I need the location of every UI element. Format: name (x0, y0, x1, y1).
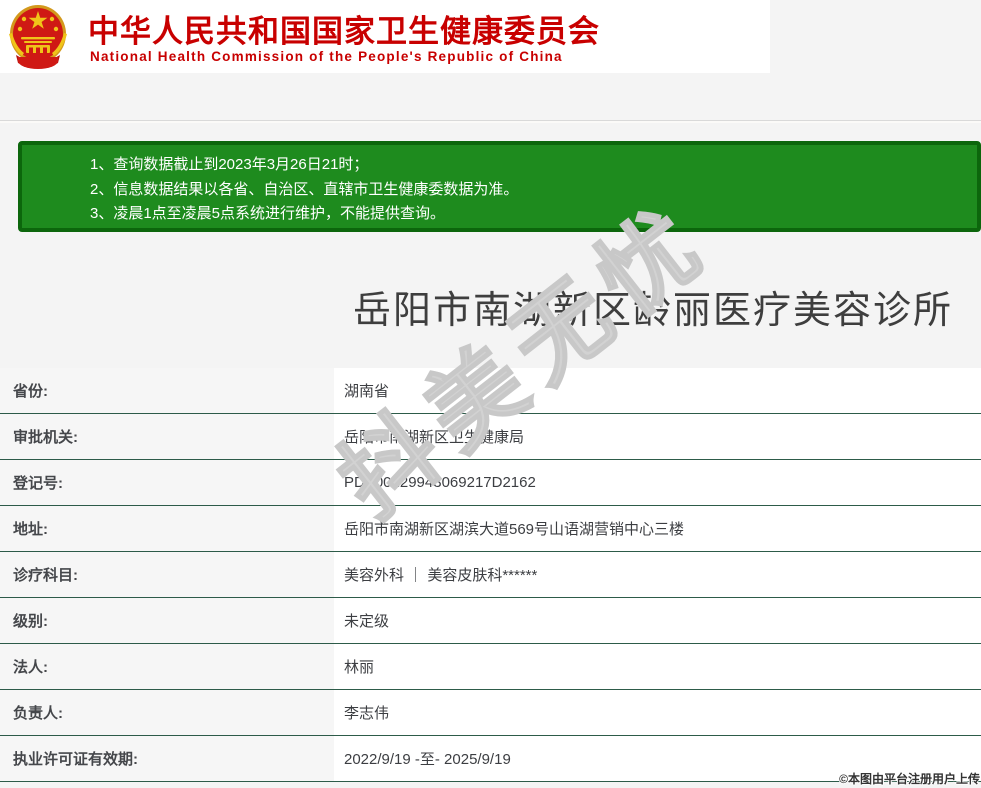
field-label: 省份: (0, 368, 334, 413)
field-value: 岳阳市南湖新区湖滨大道569号山语湖营销中心三楼 (334, 506, 981, 551)
field-label: 执业许可证有效期: (0, 736, 334, 781)
field-label: 地址: (0, 506, 334, 551)
notice-line-1: 1、查询数据截止到2023年3月26日21时； (90, 153, 967, 178)
query-notice-box: 1、查询数据截止到2023年3月26日21时； 2、信息数据结果以各省、自治区、… (18, 141, 981, 232)
site-title-english: National Health Commission of the People… (90, 49, 563, 64)
table-row: 审批机关: 岳阳市南湖新区卫生健康局 (0, 414, 981, 460)
table-row: 登记号: PDY00229943069217D2162 (0, 460, 981, 506)
field-value: 湖南省 (334, 368, 981, 413)
field-value: 未定级 (334, 598, 981, 643)
field-label: 诊疗科目: (0, 552, 334, 597)
national-emblem-icon (8, 3, 68, 70)
field-label: 登记号: (0, 460, 334, 505)
field-label: 法人: (0, 644, 334, 689)
notice-line-3: 3、凌晨1点至凌晨5点系统进行维护，不能提供查询。 (90, 202, 967, 227)
field-label: 级别: (0, 598, 334, 643)
field-label: 审批机关: (0, 414, 334, 459)
clinic-info-table: 省份: 湖南省 审批机关: 岳阳市南湖新区卫生健康局 登记号: PDY00229… (0, 368, 981, 782)
image-source-note: ©本图由平台注册用户上传 (839, 770, 980, 787)
table-row: 执业许可证有效期: 2022/9/19 -至- 2025/9/19 (0, 736, 981, 782)
table-row: 诊疗科目: 美容外科 ｜ 美容皮肤科****** (0, 552, 981, 598)
table-row: 级别: 未定级 (0, 598, 981, 644)
table-row: 省份: 湖南省 (0, 368, 981, 414)
field-value: 李志伟 (334, 690, 981, 735)
header-divider-highlight (0, 121, 981, 123)
notice-line-2: 2、信息数据结果以各省、自治区、直辖市卫生健康委数据为准。 (90, 178, 967, 203)
field-value: PDY00229943069217D2162 (334, 460, 981, 505)
field-value: 岳阳市南湖新区卫生健康局 (334, 414, 981, 459)
field-value: 美容外科 ｜ 美容皮肤科****** (334, 552, 981, 597)
clinic-name-title: 岳阳市南湖新区龄丽医疗美容诊所 (353, 279, 953, 334)
table-row: 地址: 岳阳市南湖新区湖滨大道569号山语湖营销中心三楼 (0, 506, 981, 552)
site-header: 中华人民共和国国家卫生健康委员会 National Health Commiss… (0, 0, 770, 73)
field-label: 负责人: (0, 690, 334, 735)
table-row: 法人: 林丽 (0, 644, 981, 690)
field-value: 林丽 (334, 644, 981, 689)
table-row: 负责人: 李志伟 (0, 690, 981, 736)
site-title-chinese: 中华人民共和国国家卫生健康委员会 (88, 6, 600, 51)
